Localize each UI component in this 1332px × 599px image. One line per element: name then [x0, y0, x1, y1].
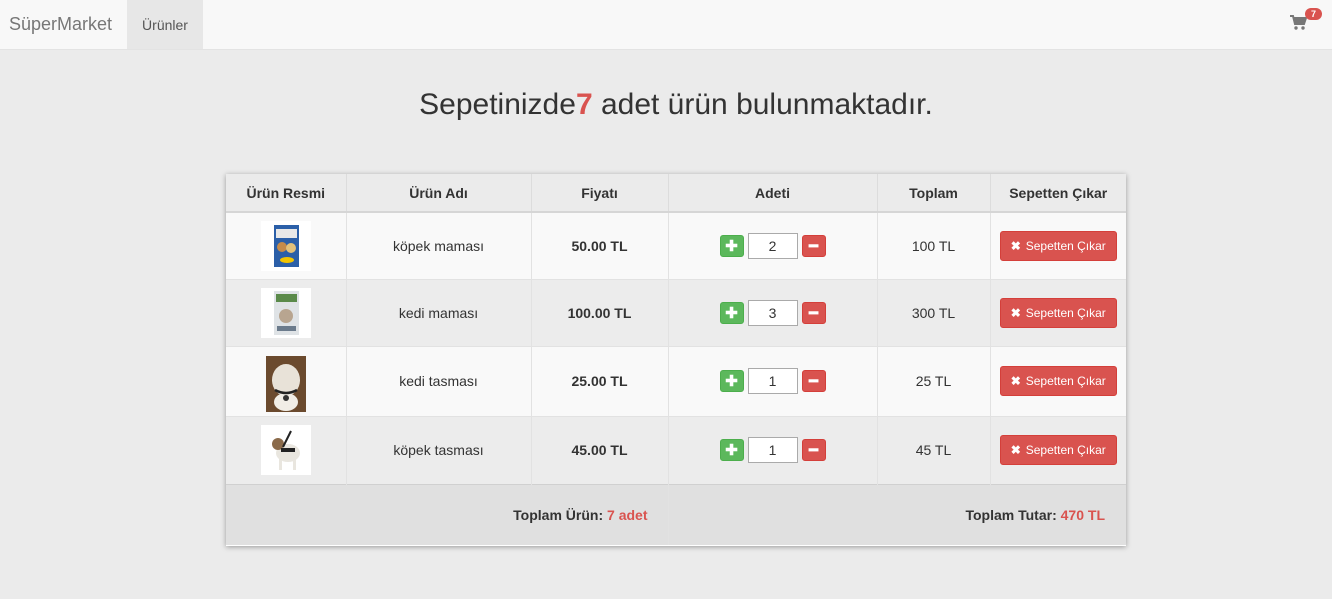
remove-from-cart-button[interactable]: ✖ Sepetten Çıkar	[999, 435, 1117, 465]
line-total: 45 TL	[877, 415, 991, 484]
cat-food-image	[260, 287, 311, 338]
product-name: kedi maması	[346, 278, 532, 346]
product-image-cell	[226, 345, 347, 416]
header-total: Toplam	[877, 174, 991, 213]
dog-leash-image	[260, 425, 311, 475]
product-name: kedi tasması	[346, 345, 532, 416]
decrease-quantity-button[interactable]: ━	[801, 370, 826, 392]
header-remove: Sepetten Çıkar	[990, 174, 1126, 213]
line-total: 25 TL	[877, 345, 991, 416]
product-price: 45.00 TL	[531, 415, 669, 484]
header-price: Fiyatı	[531, 174, 669, 213]
close-icon: ✖	[1010, 443, 1021, 457]
product-image-cell	[226, 415, 347, 484]
increase-quantity-button[interactable]: ✚	[719, 234, 744, 257]
nav-item-products[interactable]: Ürünler	[127, 0, 203, 49]
quantity-cell: ✚ ━	[668, 345, 878, 416]
header-quantity: Adeti	[668, 174, 878, 213]
shopping-cart-icon[interactable]	[1289, 14, 1308, 32]
remove-label: Sepetten Çıkar	[1025, 374, 1106, 388]
quantity-input[interactable]	[747, 232, 798, 259]
close-icon: ✖	[1010, 305, 1021, 320]
navbar: SüperMarket Ürünler 7	[0, 0, 1332, 50]
remove-cell: ✖ Sepetten Çıkar	[990, 278, 1126, 346]
table-row: köpek tasması 45.00 TL ✚ ━ 45 TL ✖ Sepet…	[226, 415, 1126, 484]
quantity-input[interactable]	[747, 368, 798, 394]
total-items-cell: Toplam Ürün: 7 adet	[226, 483, 669, 545]
table-footer-row: Toplam Ürün: 7 adet Toplam Tutar: 470 TL	[226, 483, 1126, 545]
increase-quantity-button[interactable]: ✚	[719, 439, 744, 461]
table-row: kedi maması 100.00 TL ✚ ━ 300 TL ✖ Sepet…	[226, 278, 1126, 346]
dog-food-image	[260, 220, 311, 271]
table-header-row: Ürün Resmi Ürün Adı Fiyatı Adeti Toplam …	[226, 174, 1126, 213]
total-items-label: Toplam Ürün:	[513, 506, 604, 523]
line-total: 100 TL	[877, 211, 991, 279]
product-price: 50.00 TL	[531, 211, 669, 279]
remove-cell: ✖ Sepetten Çıkar	[990, 415, 1126, 484]
increase-quantity-button[interactable]: ✚	[719, 370, 744, 392]
header-name: Ürün Adı	[346, 174, 532, 213]
product-image-cell	[226, 211, 347, 279]
heading-prefix: Sepetinizde	[419, 88, 576, 121]
decrease-quantity-button[interactable]: ━	[801, 439, 826, 461]
quantity-cell: ✚ ━	[668, 211, 878, 279]
table-row: kedi tasması 25.00 TL ✚ ━ 25 TL ✖ Sepett…	[226, 345, 1126, 416]
quantity-cell: ✚ ━	[668, 278, 878, 346]
total-amount-label: Toplam Tutar:	[965, 506, 1057, 523]
quantity-input[interactable]	[747, 437, 798, 463]
close-icon: ✖	[1010, 238, 1021, 253]
product-image-cell	[226, 278, 347, 346]
header-image: Ürün Resmi	[226, 174, 347, 213]
cart-table: Ürün Resmi Ürün Adı Fiyatı Adeti Toplam …	[226, 174, 1126, 545]
increase-quantity-button[interactable]: ✚	[719, 301, 744, 324]
cart-count-badge: 7	[1305, 8, 1322, 20]
table-row: köpek maması 50.00 TL ✚ ━ 100 TL ✖ Sepet…	[226, 211, 1126, 279]
remove-label: Sepetten Çıkar	[1025, 305, 1106, 320]
cart-panel: Ürün Resmi Ürün Adı Fiyatı Adeti Toplam …	[226, 174, 1126, 546]
quantity-input[interactable]	[747, 299, 798, 326]
remove-cell: ✖ Sepetten Çıkar	[990, 211, 1126, 279]
product-price: 100.00 TL	[531, 278, 669, 346]
total-amount-cell: Toplam Tutar: 470 TL	[668, 483, 1126, 545]
product-name: köpek tasması	[346, 415, 532, 484]
remove-cell: ✖ Sepetten Çıkar	[990, 345, 1126, 416]
heading-count: 7	[575, 88, 593, 121]
decrease-quantity-button[interactable]: ━	[801, 301, 826, 324]
remove-label: Sepetten Çıkar	[1025, 238, 1106, 253]
heading-suffix: adet ürün bulunmaktadır.	[592, 88, 933, 121]
quantity-cell: ✚ ━	[668, 415, 878, 484]
product-name: köpek maması	[346, 211, 532, 279]
remove-from-cart-button[interactable]: ✖ Sepetten Çıkar	[999, 297, 1117, 328]
remove-from-cart-button[interactable]: ✖ Sepetten Çıkar	[999, 230, 1117, 261]
decrease-quantity-button[interactable]: ━	[801, 234, 826, 257]
total-items-value: 7 adet	[607, 506, 648, 523]
cart-summary-heading: Sepetinizde7 adet ürün bulunmaktadır.	[0, 88, 1332, 122]
product-price: 25.00 TL	[531, 345, 669, 416]
remove-label: Sepetten Çıkar	[1025, 443, 1106, 457]
total-amount-value: 470 TL	[1060, 506, 1105, 523]
line-total: 300 TL	[877, 278, 991, 346]
close-icon: ✖	[1010, 374, 1021, 388]
remove-from-cart-button[interactable]: ✖ Sepetten Çıkar	[999, 366, 1117, 396]
cat-collar-image	[261, 356, 311, 412]
brand-link[interactable]: SüperMarket	[9, 14, 112, 35]
